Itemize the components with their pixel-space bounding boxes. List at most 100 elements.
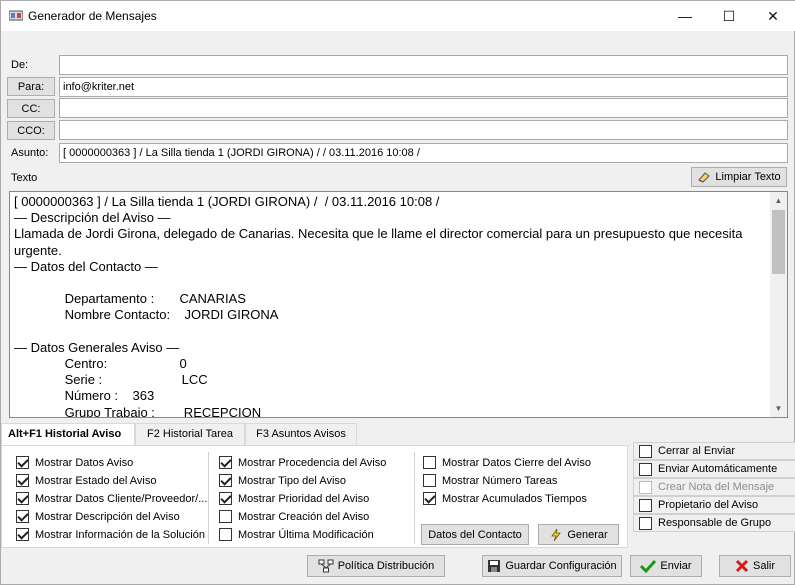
checkbox-icon[interactable] — [423, 474, 436, 487]
minimize-icon: — — [678, 8, 692, 24]
option-options_col2-3[interactable]: Mostrar Creación del Aviso — [219, 510, 369, 523]
maximize-icon: ☐ — [722, 7, 736, 24]
politica-label: Política Distribución — [337, 560, 435, 572]
checkbox-icon[interactable] — [639, 444, 652, 458]
close-button[interactable]: ✕ — [750, 1, 795, 31]
option-label: Mostrar Tipo del Aviso — [238, 474, 347, 487]
option-options_col1-0[interactable]: Mostrar Datos Aviso — [16, 456, 133, 469]
option-label: Mostrar Estado del Aviso — [35, 474, 157, 487]
send-option-label: Cerrar al Enviar — [658, 445, 736, 457]
option-options_col2-0[interactable]: Mostrar Procedencia del Aviso — [219, 456, 386, 469]
option-options_col3-2[interactable]: Mostrar Acumulados Tiempos — [423, 492, 587, 505]
scroll-down-arrow-icon[interactable]: ▼ — [770, 400, 787, 417]
option-label: Mostrar Datos Aviso — [35, 456, 134, 469]
option-label: Mostrar Prioridad del Aviso — [238, 492, 370, 505]
asunto-label: Asunto: — [11, 147, 49, 159]
guardar-label: Guardar Configuración — [505, 560, 617, 572]
close-icon: ✕ — [767, 7, 779, 24]
checkbox-icon[interactable] — [16, 474, 29, 487]
cco-field[interactable] — [59, 120, 788, 140]
maximize-button[interactable]: ☐ — [706, 1, 752, 31]
para-button-label: Para: — [17, 80, 45, 93]
enviar-button[interactable]: Enviar — [630, 555, 702, 577]
clear-text-label: Limpiar Texto — [715, 171, 781, 183]
para-field[interactable]: info@kriter.net — [59, 77, 788, 97]
checkbox-icon[interactable] — [219, 528, 232, 541]
option-options_col2-4[interactable]: Mostrar Última Modificación — [219, 528, 374, 541]
send-option-3[interactable]: Propietario del Aviso — [633, 496, 795, 514]
para-button[interactable]: Para: — [7, 77, 55, 96]
send-option-1[interactable]: Enviar Automáticamente — [633, 460, 795, 478]
send-option-4[interactable]: Responsable de Grupo — [633, 514, 795, 532]
column-divider — [208, 452, 209, 544]
send-option-2: Crear Nota del Mensaje — [633, 478, 795, 496]
tab-panel-historial-aviso: Datos del Contacto Generar Mostrar Datos… — [1, 445, 628, 548]
checkbox-icon[interactable] — [219, 492, 232, 505]
app-icon — [9, 10, 23, 21]
message-body-textarea[interactable]: [ 0000000363 ] / La Silla tienda 1 (JORD… — [9, 191, 788, 418]
datos-contacto-button[interactable]: Datos del Contacto — [421, 524, 529, 545]
red-x-icon — [735, 559, 749, 573]
checkbox-icon[interactable] — [219, 510, 232, 523]
clear-text-button[interactable]: Limpiar Texto — [691, 167, 787, 187]
option-options_col1-4[interactable]: Mostrar Información de la Solución — [16, 528, 205, 541]
checkbox-icon[interactable] — [16, 510, 29, 523]
option-options_col1-1[interactable]: Mostrar Estado del Aviso — [16, 474, 156, 487]
send-option-0[interactable]: Cerrar al Enviar — [633, 442, 795, 460]
scroll-thumb[interactable] — [772, 210, 785, 274]
tab-historial-tarea[interactable]: F2 Historial Tarea — [135, 423, 245, 445]
cc-button[interactable]: CC: — [7, 99, 55, 118]
checkbox-icon[interactable] — [639, 462, 652, 476]
history-tabs: Alt+F1 Historial Aviso F2 Historial Tare… — [1, 423, 357, 445]
minimize-button[interactable]: — — [662, 1, 708, 31]
texto-label: Texto — [11, 172, 38, 184]
tab-asuntos-avisos[interactable]: F3 Asuntos Avisos — [245, 423, 357, 445]
option-label: Mostrar Descripción del Aviso — [35, 510, 180, 523]
title-bar: Generador de Mensajes — ☐ ✕ — [1, 1, 795, 31]
checkbox-icon[interactable] — [639, 498, 652, 512]
generar-label: Generar — [567, 528, 608, 541]
checkbox-icon[interactable] — [16, 456, 29, 469]
option-label: Mostrar Procedencia del Aviso — [238, 456, 387, 469]
checkbox-icon[interactable] — [423, 492, 436, 505]
scroll-up-arrow-icon[interactable]: ▲ — [770, 192, 787, 209]
salir-label: Salir — [752, 560, 775, 572]
option-label: Mostrar Información de la Solución — [35, 528, 205, 541]
salir-button[interactable]: Salir — [719, 555, 791, 577]
option-options_col3-0[interactable]: Mostrar Datos Cierre del Aviso — [423, 456, 591, 469]
politica-distribucion-button[interactable]: Política Distribución — [307, 555, 445, 577]
checkbox-icon[interactable] — [16, 492, 29, 505]
option-options_col3-1[interactable]: Mostrar Número Tareas — [423, 474, 557, 487]
vertical-scrollbar[interactable]: ▲ ▼ — [770, 192, 787, 417]
checkbox-icon[interactable] — [639, 516, 652, 530]
option-options_col2-2[interactable]: Mostrar Prioridad del Aviso — [219, 492, 369, 505]
de-field[interactable] — [59, 55, 788, 75]
option-options_col1-3[interactable]: Mostrar Descripción del Aviso — [16, 510, 180, 523]
checkbox-icon[interactable] — [16, 528, 29, 541]
option-label: Mostrar Datos Cliente/Proveedor/... — [35, 492, 208, 505]
generar-button[interactable]: Generar — [538, 524, 619, 545]
checkbox-icon[interactable] — [423, 456, 436, 469]
cc-field[interactable] — [59, 98, 788, 118]
eraser-icon — [698, 172, 711, 183]
send-option-label: Propietario del Aviso — [658, 499, 759, 511]
option-label: Mostrar Datos Cierre del Aviso — [442, 456, 591, 469]
message-body-text: [ 0000000363 ] / La Silla tienda 1 (JORD… — [14, 194, 743, 418]
guardar-configuracion-button[interactable]: Guardar Configuración — [482, 555, 622, 577]
column-divider — [414, 452, 415, 544]
send-options-panel: Cerrar al Enviar Enviar Automáticamente Cr… — [633, 442, 795, 532]
save-disk-icon — [488, 560, 501, 572]
option-options_col1-2[interactable]: Mostrar Datos Cliente/Proveedor/... — [16, 492, 207, 505]
cco-button[interactable]: CCO: — [7, 121, 55, 140]
option-label: Mostrar Última Modificación — [238, 528, 374, 541]
tab-historial-aviso[interactable]: Alt+F1 Historial Aviso — [1, 423, 135, 445]
send-option-label: Enviar Automáticamente — [658, 463, 778, 475]
cco-button-label: CCO: — [17, 124, 45, 137]
asunto-field[interactable]: [ 0000000363 ] / La Silla tienda 1 (JORD… — [59, 143, 788, 163]
option-options_col2-1[interactable]: Mostrar Tipo del Aviso — [219, 474, 346, 487]
checkbox-icon[interactable] — [219, 474, 232, 487]
checkbox-icon — [639, 480, 652, 494]
send-option-label: Crear Nota del Mensaje — [658, 481, 775, 493]
checkbox-icon[interactable] — [219, 456, 232, 469]
cc-button-label: CC: — [21, 102, 41, 115]
